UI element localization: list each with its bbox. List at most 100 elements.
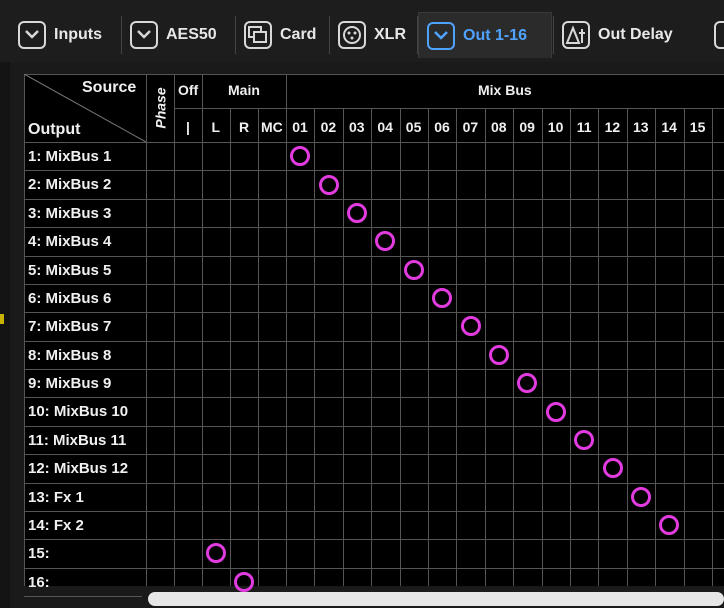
grid-line-col bbox=[598, 108, 599, 586]
grid-line-row bbox=[24, 483, 724, 484]
tab-next-partial[interactable] bbox=[706, 12, 724, 58]
mixbus-column-15: 15 bbox=[689, 119, 706, 135]
grid-line-col bbox=[258, 108, 259, 586]
tab-label: Inputs bbox=[54, 26, 102, 43]
routing-marker[interactable] bbox=[375, 231, 396, 252]
tab-label: AES50 bbox=[166, 26, 217, 43]
card-icon bbox=[244, 21, 272, 49]
tab-outdelay[interactable]: Out Delay bbox=[554, 12, 704, 58]
tab-label: Out Delay bbox=[598, 26, 673, 43]
routing-marker[interactable] bbox=[574, 429, 595, 450]
tab-inputs[interactable]: Inputs bbox=[10, 12, 120, 58]
in-arrow-icon bbox=[18, 21, 46, 49]
output-row-label: 7: MixBus 7 bbox=[28, 318, 112, 336]
grid-line-col bbox=[627, 108, 628, 586]
routing-matrix: Source Output Phase Off | Main Mix Bus L R MC 01 02… bbox=[24, 74, 724, 597]
grid-line-col bbox=[314, 108, 315, 586]
grid-line-row bbox=[24, 369, 724, 370]
output-row-label: 9: MixBus 9 bbox=[28, 375, 112, 392]
grid-line-row bbox=[24, 142, 724, 143]
grid-line-col bbox=[174, 74, 175, 586]
mixbus-column-03: 03 bbox=[349, 119, 365, 135]
grid-line-col bbox=[513, 108, 514, 586]
mixbus-column-07: 07 bbox=[462, 119, 479, 135]
routing-marker[interactable] bbox=[489, 344, 509, 365]
tab-xlr[interactable]: XLR bbox=[330, 12, 416, 58]
phase-header: Phase bbox=[152, 87, 169, 129]
routing-marker[interactable] bbox=[659, 515, 680, 536]
routing-marker[interactable] bbox=[460, 316, 481, 337]
grid-line-col bbox=[655, 108, 656, 586]
routing-marker[interactable] bbox=[290, 146, 311, 167]
grid-line-col bbox=[343, 108, 344, 586]
output-row-label: 15: bbox=[28, 545, 50, 563]
scrollbar-thumb[interactable] bbox=[148, 592, 724, 606]
main-header: Main bbox=[228, 82, 260, 98]
grid-line-col bbox=[146, 74, 147, 586]
routing-panel: Source Output Phase Off | Main Mix Bus L R MC 01 02… bbox=[10, 62, 724, 608]
out-arrow-icon bbox=[130, 21, 158, 49]
routing-marker[interactable] bbox=[432, 288, 453, 309]
routing-marker[interactable] bbox=[602, 458, 623, 479]
output-row-label: 12: MixBus 12 bbox=[28, 460, 129, 478]
output-row-label: 13: Fx 1 bbox=[28, 488, 84, 506]
routing-marker[interactable] bbox=[517, 373, 538, 394]
grid-line-row bbox=[24, 284, 724, 285]
horizontal-scrollbar[interactable] bbox=[142, 592, 724, 606]
grid-line-row bbox=[24, 256, 724, 257]
mixbus-column-13: 13 bbox=[633, 119, 649, 135]
mixbus-column-12: 12 bbox=[604, 119, 621, 135]
routing-marker[interactable] bbox=[318, 174, 339, 195]
mixbus-column-09: 09 bbox=[519, 119, 535, 135]
main-column-mc: MC bbox=[261, 119, 283, 135]
grid-line-col bbox=[542, 108, 543, 586]
mixbus-column-06: 06 bbox=[434, 119, 450, 135]
grid-line-row bbox=[24, 454, 724, 455]
routing-marker[interactable] bbox=[206, 543, 226, 564]
output-row-label: 3: MixBus 3 bbox=[28, 204, 112, 222]
grid-line-col bbox=[202, 74, 203, 586]
delta-t-icon bbox=[562, 21, 590, 49]
tab-out116[interactable]: Out 1-16 bbox=[418, 12, 552, 58]
mixbus-column-11: 11 bbox=[576, 119, 592, 135]
grid-line-col bbox=[456, 108, 457, 586]
corner-output-label: Output bbox=[28, 121, 81, 138]
output-row-label: 2: MixBus 2 bbox=[28, 176, 112, 194]
grid-line-row bbox=[24, 227, 724, 228]
tab-aes50[interactable]: AES50 bbox=[122, 12, 234, 58]
output-row-label: 1: MixBus 1 bbox=[28, 148, 112, 165]
grid-line-row bbox=[24, 199, 724, 200]
off-header: Off bbox=[178, 82, 199, 98]
mixbus-column-10: 10 bbox=[547, 119, 564, 135]
grid-line-col bbox=[570, 108, 571, 586]
tab-label: XLR bbox=[374, 26, 406, 43]
edge-indicator bbox=[0, 314, 4, 324]
mixbus-column-02: 02 bbox=[320, 119, 337, 135]
grid-line-row bbox=[24, 426, 724, 427]
out-arrow-icon bbox=[427, 21, 455, 50]
routing-marker[interactable] bbox=[403, 259, 424, 280]
grid-line-row bbox=[24, 568, 724, 569]
grid-line-row bbox=[24, 539, 724, 540]
corner-source-label: Source bbox=[82, 79, 137, 96]
mixbus-column-08: 08 bbox=[491, 119, 507, 135]
tab-label: Out 1-16 bbox=[463, 26, 528, 44]
grid-line-header-mid bbox=[174, 108, 724, 109]
output-row-label: 11: MixBus 11 bbox=[28, 431, 127, 449]
grid-line-col bbox=[428, 108, 429, 586]
output-row-label: 14: Fx 2 bbox=[28, 516, 84, 534]
routing-marker[interactable] bbox=[347, 202, 367, 223]
tab-label: Card bbox=[280, 26, 317, 43]
xlr-connector-icon bbox=[338, 21, 366, 49]
routing-marker[interactable] bbox=[631, 486, 651, 507]
output-row-label: 10: MixBus 10 bbox=[28, 403, 129, 421]
partial-tab-icon bbox=[714, 21, 724, 49]
routing-marker[interactable] bbox=[234, 571, 254, 592]
routing-marker[interactable] bbox=[545, 401, 566, 422]
grid-line-row bbox=[24, 397, 724, 398]
tab-card[interactable]: Card bbox=[236, 12, 328, 58]
grid-line-row bbox=[24, 312, 724, 313]
mixbus-header: Mix Bus bbox=[478, 82, 532, 98]
grid-line-row bbox=[24, 511, 724, 512]
tab-bar: Inputs AES50 Card XLR Out 1-16 Out Delay bbox=[0, 0, 724, 63]
